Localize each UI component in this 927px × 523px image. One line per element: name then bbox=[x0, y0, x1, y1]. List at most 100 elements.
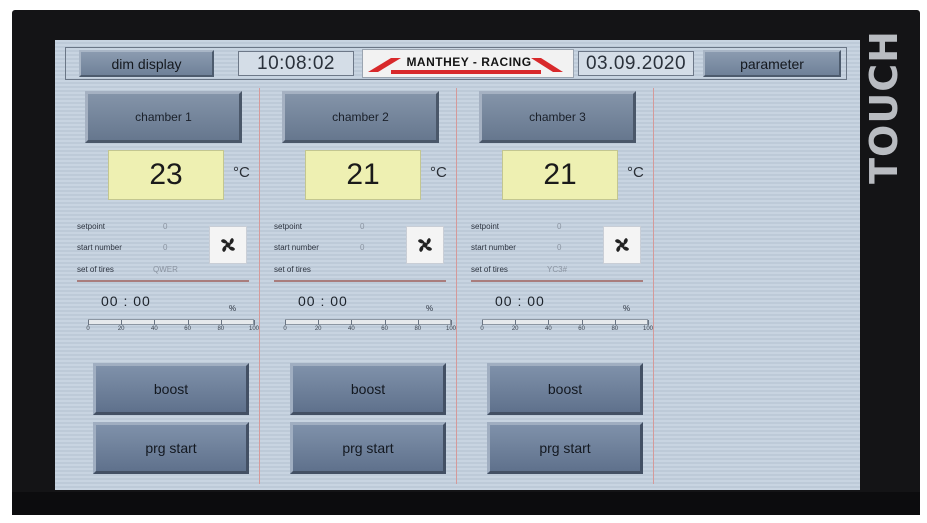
chamber-1-temperature: 23 bbox=[108, 150, 224, 200]
scale-tick-mark bbox=[154, 320, 156, 325]
dim-display-button[interactable]: dim display bbox=[79, 50, 214, 77]
parameter-button[interactable]: parameter bbox=[703, 50, 841, 77]
chamber-2-divider bbox=[274, 280, 446, 282]
chamber-3-panel: chamber 3 21 °C setpoint 0 start number … bbox=[457, 88, 654, 484]
dim-display-label: dim display bbox=[111, 55, 182, 72]
scale-tick-label: 80 bbox=[217, 326, 225, 332]
chamber-3-temperature: 21 bbox=[502, 150, 618, 200]
chamber-1-fan-button[interactable] bbox=[209, 226, 247, 264]
scale-tick-label: 20 bbox=[117, 326, 125, 332]
chamber-1-button[interactable]: chamber 1 bbox=[85, 91, 242, 143]
chamber-3-temperature-value: 21 bbox=[543, 158, 577, 191]
chamber-1-progress-bar bbox=[88, 319, 254, 325]
chamber-2-temperature-value: 21 bbox=[346, 158, 380, 191]
chamber-3-fan-button[interactable] bbox=[603, 226, 641, 264]
scale-tick-mark bbox=[121, 320, 123, 325]
chamber-1-timer: 00 : 00 bbox=[101, 293, 151, 309]
scale-tick-label: 20 bbox=[314, 326, 322, 332]
scale-tick-mark bbox=[548, 320, 550, 325]
chamber-2-timer: 00 : 00 bbox=[298, 293, 348, 309]
scale-tick-mark bbox=[187, 320, 189, 325]
chamber-1-tires-value: QWER bbox=[153, 265, 178, 274]
chamber-2-boost-label: boost bbox=[350, 381, 386, 397]
chamber-2-prg-start-button[interactable]: prg start bbox=[290, 422, 446, 474]
scale-tick-label: 0 bbox=[86, 326, 90, 332]
scale-tick-label: 60 bbox=[184, 326, 191, 332]
chamber-2-start-number-value: 0 bbox=[360, 243, 365, 252]
scale-tick-label: 100 bbox=[642, 326, 654, 332]
scale-tick-mark bbox=[254, 320, 255, 325]
scale-tick-label: 60 bbox=[578, 326, 585, 332]
scale-tick-label: 20 bbox=[511, 326, 519, 332]
chamber-3-progress-bar bbox=[482, 319, 648, 325]
chamber-1-boost-label: boost bbox=[153, 381, 189, 397]
scale-tick-label: 40 bbox=[348, 326, 355, 332]
chamber-1-panel: chamber 1 23 °C setpoint 0 start number … bbox=[63, 88, 260, 484]
chamber-3-boost-label: boost bbox=[547, 381, 583, 397]
scale-tick-label: 40 bbox=[545, 326, 552, 332]
scale-tick-mark bbox=[482, 320, 483, 325]
date-text: 03.09.2020 bbox=[585, 52, 687, 74]
chamber-1-scale: 0 20 40 60 80 100 bbox=[86, 320, 259, 338]
chamber-1-boost-button[interactable]: boost bbox=[93, 363, 249, 415]
scale-tick-mark bbox=[614, 320, 616, 325]
chamber-2-fan-button[interactable] bbox=[406, 226, 444, 264]
chamber-3-boost-button[interactable]: boost bbox=[487, 363, 643, 415]
chamber-1-setpoint-value: 0 bbox=[163, 222, 168, 231]
chamber-3-prg-start-button[interactable]: prg start bbox=[487, 422, 643, 474]
chamber-3-start-number-label: start number bbox=[471, 243, 516, 252]
clock-time: 10:08:02 bbox=[257, 52, 335, 74]
scale-tick-mark bbox=[417, 320, 419, 325]
manthey-racing-logo: MANTHEY - RACING bbox=[362, 49, 574, 78]
chamber-2-prg-start-label: prg start bbox=[342, 440, 394, 456]
scale-tick-label: 80 bbox=[414, 326, 422, 332]
touch-brand-label: TOUCH bbox=[858, 30, 910, 184]
chamber-1-label: chamber 1 bbox=[135, 110, 192, 124]
chamber-3-setpoint-label: setpoint bbox=[471, 222, 500, 231]
chamber-3-prg-start-label: prg start bbox=[539, 440, 591, 456]
scale-tick-label: 80 bbox=[611, 326, 619, 332]
scale-tick-mark bbox=[88, 320, 89, 325]
chamber-1-prg-start-label: prg start bbox=[145, 440, 197, 456]
chamber-3-button[interactable]: chamber 3 bbox=[479, 91, 636, 143]
chamber-1-prg-start-button[interactable]: prg start bbox=[93, 422, 249, 474]
logo-text: MANTHEY - RACING bbox=[406, 55, 532, 69]
chamber-2-scale: 0 20 40 60 80 100 bbox=[283, 320, 456, 338]
chamber-2-setpoint-value: 0 bbox=[360, 222, 365, 231]
scale-tick-mark bbox=[515, 320, 517, 325]
chamber-1-start-number-value: 0 bbox=[163, 243, 168, 252]
scale-tick-label: 100 bbox=[248, 326, 260, 332]
chamber-2-button[interactable]: chamber 2 bbox=[282, 91, 439, 143]
fan-icon bbox=[221, 238, 235, 252]
chamber-1-start-number-label: start number bbox=[77, 243, 122, 252]
chamber-1-divider bbox=[77, 280, 249, 282]
chamber-2-boost-button[interactable]: boost bbox=[290, 363, 446, 415]
scale-tick-label: 40 bbox=[151, 326, 158, 332]
fan-icon bbox=[418, 238, 432, 252]
scale-tick-label: 100 bbox=[445, 326, 457, 332]
scale-tick-mark bbox=[318, 320, 320, 325]
chamber-2-temp-unit: °C bbox=[430, 164, 447, 181]
chamber-1-temperature-value: 23 bbox=[149, 158, 183, 191]
chamber-3-start-number-value: 0 bbox=[557, 243, 562, 252]
chamber-3-percent-symbol: % bbox=[623, 304, 631, 313]
chamber-3-temp-unit: °C bbox=[627, 164, 644, 181]
chamber-3-divider bbox=[471, 280, 643, 282]
scale-tick-mark bbox=[220, 320, 222, 325]
chamber-2-progress-bar bbox=[285, 319, 451, 325]
chamber-1-temp-unit: °C bbox=[233, 164, 250, 181]
clock-display: 10:08:02 bbox=[238, 51, 354, 76]
chamber-1-tires-label: set of tires bbox=[77, 265, 114, 274]
scale-tick-label: 0 bbox=[480, 326, 484, 332]
chamber-2-label: chamber 2 bbox=[332, 110, 389, 124]
chamber-3-tires-value: YC3# bbox=[547, 265, 568, 274]
scale-tick-mark bbox=[451, 320, 452, 325]
scale-tick-mark bbox=[581, 320, 583, 325]
chamber-3-scale: 0 20 40 60 80 100 bbox=[480, 320, 653, 338]
scale-tick-mark bbox=[384, 320, 386, 325]
date-display: 03.09.2020 bbox=[578, 51, 694, 76]
chamber-2-start-number-label: start number bbox=[274, 243, 319, 252]
scale-tick-mark bbox=[285, 320, 286, 325]
chamber-2-setpoint-label: setpoint bbox=[274, 222, 303, 231]
chamber-3-setpoint-value: 0 bbox=[557, 222, 562, 231]
